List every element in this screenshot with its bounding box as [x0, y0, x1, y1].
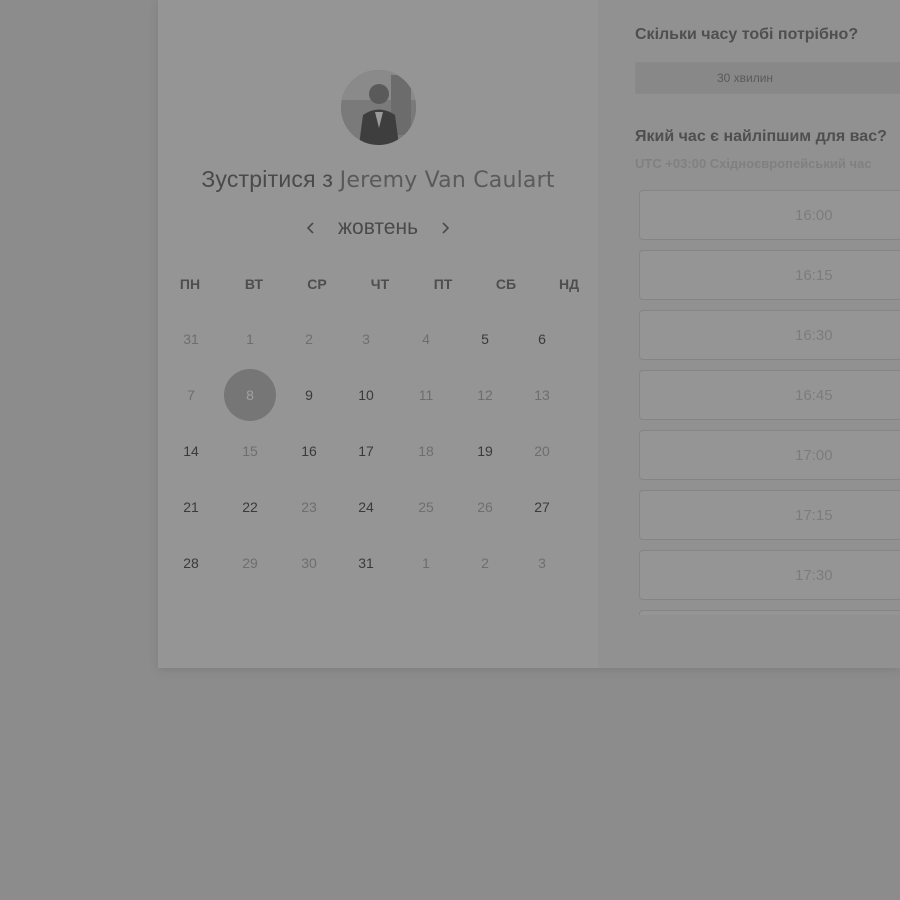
duration-select[interactable]: 30 хвилин: [635, 62, 900, 94]
calendar-day[interactable]: 21: [169, 485, 213, 529]
calendar-day: 18: [418, 443, 434, 459]
calendar-day: 31: [183, 331, 199, 347]
calendar-grid: 31 1 2 3 4 5 6 7 8 9 10 11 12 13 14 15 16 17 18 19 20 21 22 23 2…: [158, 0, 598, 668]
calendar-day: 1: [422, 555, 430, 571]
calendar-day[interactable]: 17: [344, 429, 388, 473]
calendar-day: 4: [422, 331, 430, 347]
calendar-day[interactable]: 24: [344, 485, 388, 529]
calendar-day: 12: [477, 387, 493, 403]
calendar-day: 7: [187, 387, 195, 403]
calendar-day[interactable]: 16: [287, 429, 331, 473]
calendar-day: 11: [418, 387, 434, 403]
calendar-day[interactable]: 14: [169, 429, 213, 473]
timezone-label[interactable]: UTC +03:00 Східноєвропейський час: [635, 156, 872, 171]
calendar-day[interactable]: 5: [463, 317, 507, 361]
calendar-day: 29: [242, 555, 258, 571]
calendar-day: 3: [538, 555, 546, 571]
calendar-day: 25: [418, 499, 434, 515]
calendar-day[interactable]: 19: [463, 429, 507, 473]
calendar-day: 23: [301, 499, 317, 515]
calendar-day[interactable]: 28: [169, 541, 213, 585]
time-question: Який час є найліпшим для вас?: [635, 128, 887, 145]
calendar-day: 1: [246, 331, 254, 347]
time-slot-list: 16:00 16:15 16:30 16:45 17:00 17:15 17:30: [639, 190, 900, 615]
calendar-panel: Зустрітися з Jeremy Van Caulart жовтень …: [158, 0, 598, 668]
calendar-day[interactable]: 31: [344, 541, 388, 585]
time-slot-button[interactable]: 16:00: [639, 190, 900, 240]
calendar-day: 3: [362, 331, 370, 347]
calendar-day: 30: [301, 555, 317, 571]
booking-card: Зустрітися з Jeremy Van Caulart жовтень …: [158, 0, 900, 668]
calendar-day: 26: [477, 499, 493, 515]
booking-panel: Скільки часу тобі потрібно? 30 хвилин Як…: [598, 0, 900, 668]
calendar-day[interactable]: 22: [228, 485, 272, 529]
time-slot-button[interactable]: 17:15: [639, 490, 900, 540]
calendar-day: 2: [305, 331, 313, 347]
calendar-day: 2: [481, 555, 489, 571]
calendar-day: 13: [534, 387, 550, 403]
time-slot-button[interactable]: [639, 610, 900, 615]
calendar-day: 15: [242, 443, 258, 459]
calendar-day[interactable]: 9: [287, 373, 331, 417]
time-slot-button[interactable]: 16:45: [639, 370, 900, 420]
time-slot-button[interactable]: 17:30: [639, 550, 900, 600]
calendar-day: 20: [534, 443, 550, 459]
calendar-day[interactable]: 27: [520, 485, 564, 529]
calendar-day-selected[interactable]: 8: [224, 369, 276, 421]
time-slot-button[interactable]: 17:00: [639, 430, 900, 480]
time-slot-button[interactable]: 16:30: [639, 310, 900, 360]
calendar-day[interactable]: 10: [344, 373, 388, 417]
time-slot-button[interactable]: 16:15: [639, 250, 900, 300]
duration-question: Скільки часу тобі потрібно?: [635, 26, 859, 43]
calendar-day[interactable]: 6: [520, 317, 564, 361]
